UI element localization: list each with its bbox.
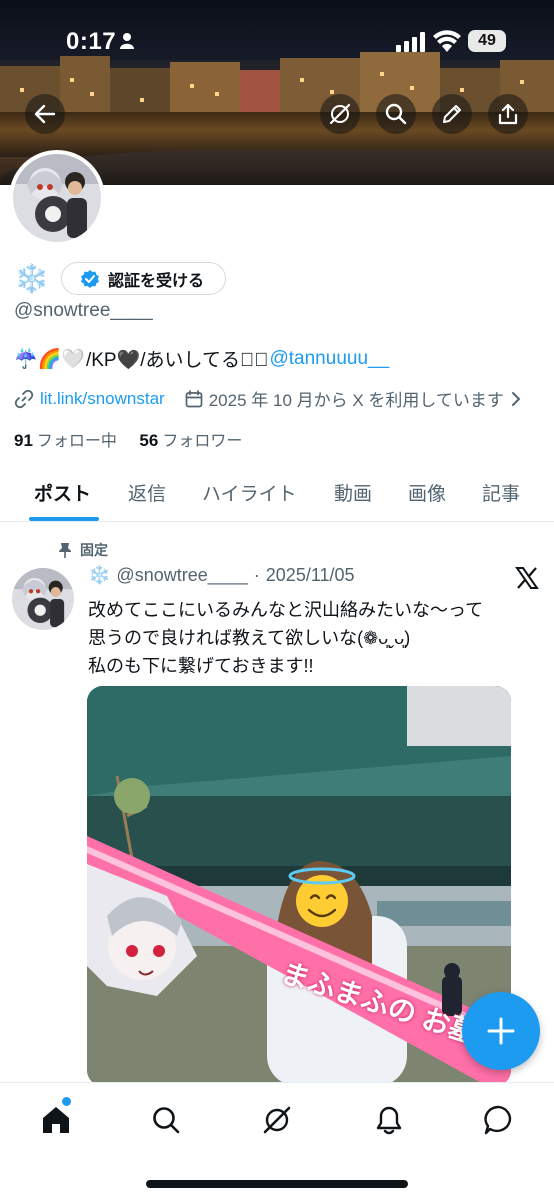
avatar-photo: [13, 154, 101, 242]
search-icon: [385, 103, 407, 125]
edit-button[interactable]: [432, 94, 472, 134]
post-text-line: 改めてここにいるみんなと沢山絡みたいな〜って: [88, 600, 484, 620]
profile-avatar[interactable]: [9, 150, 105, 246]
grok-icon: [329, 103, 351, 125]
home-notification-dot: [62, 1097, 71, 1106]
tab-videos[interactable]: 動画: [334, 479, 372, 506]
plus-icon: [487, 1017, 515, 1045]
pinned-label: 固定: [58, 540, 108, 560]
profile-handle: @snowtree____: [14, 300, 153, 321]
nav-search[interactable]: [149, 1103, 183, 1137]
tab-replies[interactable]: 返信: [128, 479, 166, 506]
home-icon: [43, 1107, 69, 1133]
wifi-icon: [433, 30, 461, 52]
battery-indicator: 49: [468, 30, 506, 52]
post-header: ❄️ @snowtree____ · 2025/11/05: [88, 565, 355, 586]
get-verified-label: 認証を受ける: [108, 272, 205, 290]
message-icon: [484, 1105, 512, 1135]
post-author-avatar[interactable]: [12, 568, 74, 630]
tab-posts[interactable]: ポスト: [34, 479, 91, 506]
followers-link[interactable]: 56 フォロワー: [139, 431, 243, 450]
grok-icon: [263, 1106, 291, 1134]
profile-meta: lit.link/snownstar 2025 年 10 月から X を利用して…: [14, 386, 522, 411]
status-bar: 0:17 49: [0, 0, 554, 82]
profile-website-link[interactable]: lit.link/snownstar: [40, 389, 165, 409]
search-button[interactable]: [376, 94, 416, 134]
share-button[interactable]: [488, 94, 528, 134]
link-icon: [14, 389, 34, 408]
nav-notifications[interactable]: [372, 1103, 406, 1137]
active-tab-indicator: [29, 517, 99, 521]
following-link[interactable]: 91 フォロー中: [14, 431, 117, 450]
nav-messages[interactable]: [482, 1103, 516, 1137]
get-verified-button[interactable]: 認証を受ける: [61, 262, 226, 295]
grok-button[interactable]: [320, 94, 360, 134]
nav-grok[interactable]: [260, 1103, 294, 1137]
bell-icon: [376, 1106, 402, 1135]
verified-badge-icon: [81, 269, 99, 288]
post-separator: ·: [253, 565, 260, 585]
home-indicator: [146, 1180, 408, 1188]
follow-counts: 91 フォロー中 56 フォロワー: [14, 427, 242, 451]
tab-articles[interactable]: 記事: [482, 479, 520, 506]
post-image[interactable]: まふまふの お墓に: [87, 686, 511, 1086]
joined-date-text: 2025 年 10 月から X を利用しています: [208, 391, 504, 410]
calendar-icon: [185, 389, 203, 407]
profile-joined: 2025 年 10 月から X を利用しています: [185, 386, 522, 411]
cellular-signal-icon: [396, 32, 425, 52]
x-logo-icon: [515, 567, 539, 589]
tab-highlights[interactable]: ハイライト: [202, 479, 297, 506]
status-time: 0:17: [66, 28, 117, 55]
pinned-text: 固定: [80, 542, 108, 558]
post-author-emoji: ❄️: [88, 565, 111, 585]
person-icon: [120, 33, 134, 49]
back-button[interactable]: [25, 94, 65, 134]
post-body: 改めてここにいるみんなと沢山絡みたいな〜って 思うので良ければ教えて欲しいな(❁…: [88, 596, 538, 680]
compose-post-button[interactable]: [462, 992, 540, 1070]
bio-emojis: ☔️🌈🤍: [14, 348, 85, 370]
back-arrow-icon: [34, 104, 56, 124]
chevron-right-icon[interactable]: [510, 391, 522, 407]
following-label: フォロー中: [36, 433, 117, 450]
profile-name-emoji: ❄️: [14, 263, 49, 294]
followers-count: 56: [139, 431, 159, 450]
bio-text: /KP🖤/あいしてるෆ゙: [85, 350, 269, 371]
profile-bio: ☔️🌈🤍 /KP🖤/あいしてるෆ゙ @tannuuuu__: [14, 345, 389, 372]
pin-icon: [59, 543, 71, 558]
search-icon: [153, 1107, 180, 1134]
tab-images[interactable]: 画像: [408, 479, 446, 506]
followers-label: フォロワー: [162, 433, 243, 450]
post-text-line: 思うので良ければ教えて欲しいな(❁ᴗ͈ˬᴗ͈): [88, 628, 411, 648]
pencil-icon: [443, 105, 461, 123]
following-count: 91: [14, 431, 33, 450]
post-text-line: 私のも下に繋げておきます!!: [88, 656, 314, 676]
post-author-handle[interactable]: @snowtree____: [116, 565, 247, 586]
nav-home[interactable]: [39, 1103, 73, 1137]
post-date[interactable]: 2025/11/05: [266, 565, 355, 586]
avatar-photo: [12, 568, 74, 630]
share-icon: [498, 103, 518, 125]
profile-tabs: ポスト 返信 ハイライト 動画 画像 記事: [0, 462, 554, 522]
bio-mention-link[interactable]: @tannuuuu__: [269, 348, 389, 370]
